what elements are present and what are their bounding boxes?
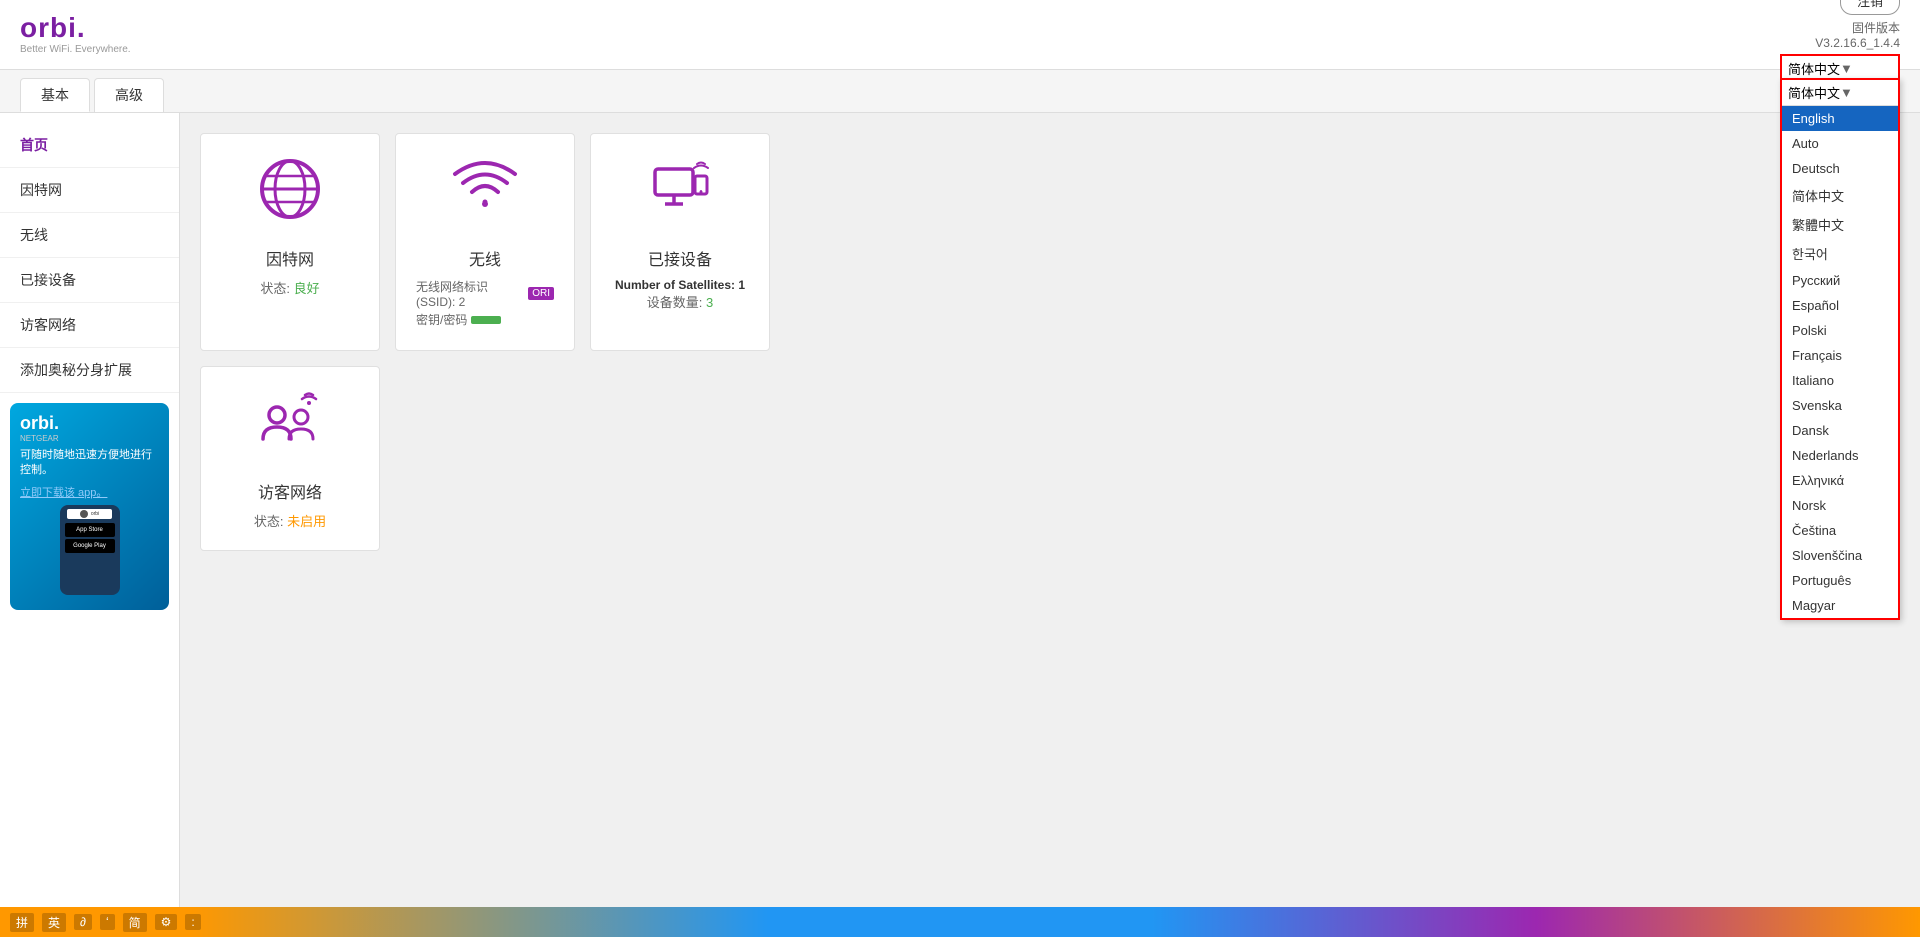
satellites-label: Number of Satellites: 1 <box>611 278 749 292</box>
internet-status-label: 状态: <box>260 281 293 296</box>
firmware-info: 固件版本 V3.2.16.6_1.4.4 <box>1815 19 1900 50</box>
connected-devices-icon <box>611 154 749 238</box>
internet-card[interactable]: 因特网 状态: 良好 <box>200 133 380 351</box>
guest-status-label: 状态: <box>254 514 287 529</box>
sidebar-ad-subtitle: NETGEAR <box>20 434 159 443</box>
content-area: 因特网 状态: 良好 无线 <box>180 113 1920 920</box>
language-option-da[interactable]: Dansk <box>1782 418 1898 443</box>
taskbar: 拼 英 ∂ ʻ 简 ⚙ : <box>0 907 1920 937</box>
language-option-fr[interactable]: Français <box>1782 343 1898 368</box>
logo-dot: . <box>77 12 86 43</box>
language-option-pt[interactable]: Português <box>1782 568 1898 593</box>
language-option-en[interactable]: English <box>1782 106 1898 131</box>
top-right-area: 注销 固件版本 V3.2.16.6_1.4.4 简体中文 ▼ <box>1780 0 1900 83</box>
guest-network-status: 状态: 未启用 <box>221 511 359 530</box>
app-store-label: App Store <box>76 527 103 533</box>
app-store-badge[interactable]: App Store <box>65 523 115 537</box>
wifi-password-line: 密钥/密码 <box>416 311 554 328</box>
dropdown-close-arrow-icon: ▼ <box>1840 85 1892 100</box>
ssid-label: 无线网络标识(SSID): 2 <box>416 278 524 309</box>
sidebar: 首页 因特网 无线 已接设备 访客网络 添加奥秘分身扩展 orbi. NETGE… <box>0 113 180 920</box>
sidebar-item-addon[interactable]: 添加奥秘分身扩展 <box>0 348 179 393</box>
wifi-ssid-line: 无线网络标识(SSID): 2 ORI <box>416 278 554 309</box>
language-option-de[interactable]: Deutsch <box>1782 156 1898 181</box>
nav-tabs: 基本 高级 <box>0 70 1920 113</box>
firmware-version: V3.2.16.6_1.4.4 <box>1815 36 1900 50</box>
language-option-hu[interactable]: Magyar <box>1782 593 1898 618</box>
wireless-card[interactable]: 无线 无线网络标识(SSID): 2 ORI 密钥/密码 <box>395 133 575 351</box>
connected-devices-card[interactable]: 已接设备 Number of Satellites: 1 设备数量: 3 <box>590 133 770 351</box>
phone-illustration: orbi App Store Google Play <box>60 505 120 595</box>
language-option-sv[interactable]: Svenska <box>1782 393 1898 418</box>
tab-basic[interactable]: 基本 <box>20 78 90 112</box>
devices-value: 3 <box>706 295 713 310</box>
language-option-zh-tw[interactable]: 繁體中文 <box>1782 210 1898 239</box>
main-layout: 首页 因特网 无线 已接设备 访客网络 添加奥秘分身扩展 orbi. NETGE… <box>0 113 1920 920</box>
language-option-ru[interactable]: Русский <box>1782 268 1898 293</box>
language-option-el[interactable]: Ελληνικά <box>1782 468 1898 493</box>
taskbar-item-4: ʻ <box>100 914 115 930</box>
logo-area: orbi. Better WiFi. Everywhere. <box>20 14 131 55</box>
internet-status-value: 良好 <box>294 281 320 296</box>
cards-grid: 因特网 状态: 良好 无线 <box>200 133 800 551</box>
sidebar-item-guest[interactable]: 访客网络 <box>0 303 179 348</box>
sidebar-item-internet[interactable]: 因特网 <box>0 168 179 213</box>
language-dropdown-current: 简体中文 <box>1788 83 1840 102</box>
internet-card-title: 因特网 <box>221 246 359 270</box>
language-option-it[interactable]: Italiano <box>1782 368 1898 393</box>
sidebar-item-wireless[interactable]: 无线 <box>0 213 179 258</box>
internet-card-status: 状态: 良好 <box>221 278 359 297</box>
language-list: EnglishAutoDeutsch简体中文繁體中文한국어РусскийEspa… <box>1782 106 1898 618</box>
taskbar-item-7: : <box>185 914 200 930</box>
taskbar-item-5: 简 <box>123 913 147 932</box>
language-option-no[interactable]: Norsk <box>1782 493 1898 518</box>
firmware-label: 固件版本 <box>1852 21 1900 35</box>
language-option-cs[interactable]: Čeština <box>1782 518 1898 543</box>
ssid-badge: ORI <box>528 287 554 300</box>
wireless-card-title: 无线 <box>416 246 554 270</box>
tab-advanced[interactable]: 高级 <box>94 78 164 112</box>
language-option-es[interactable]: Español <box>1782 293 1898 318</box>
language-option-sl[interactable]: Slovenščina <box>1782 543 1898 568</box>
password-indicator <box>471 316 501 324</box>
sidebar-item-connected[interactable]: 已接设备 <box>0 258 179 303</box>
sidebar-ad-text: 可随时随地迅速方便地进行控制。 <box>20 448 159 479</box>
wireless-icon <box>416 154 554 238</box>
sidebar-ad-banner: orbi. NETGEAR 可随时随地迅速方便地进行控制。 立即下载该 app。… <box>10 403 169 610</box>
devices-label: 设备数量: <box>647 295 706 310</box>
top-bar: orbi. Better WiFi. Everywhere. 注销 固件版本 V… <box>0 0 1920 70</box>
taskbar-item-1: 拼 <box>10 913 34 932</box>
language-option-zh-cn[interactable]: 简体中文 <box>1782 181 1898 210</box>
password-label: 密钥/密码 <box>416 311 467 328</box>
dropdown-arrow-icon: ▼ <box>1840 61 1892 76</box>
guest-network-icon <box>221 387 359 471</box>
language-option-auto[interactable]: Auto <box>1782 131 1898 156</box>
connected-devices-status: Number of Satellites: 1 设备数量: 3 <box>611 278 749 311</box>
taskbar-item-6: ⚙ <box>155 914 178 930</box>
language-dropdown: 简体中文 ▼ EnglishAutoDeutsch简体中文繁體中文한국어Русс… <box>1780 78 1900 620</box>
sidebar-ad-link[interactable]: 立即下载该 app。 <box>20 484 159 500</box>
taskbar-item-2: 英 <box>42 913 66 932</box>
language-option-ko[interactable]: 한국어 <box>1782 239 1898 268</box>
sidebar-item-home[interactable]: 首页 <box>0 123 179 168</box>
logo-tagline: Better WiFi. Everywhere. <box>20 44 131 55</box>
logo: orbi. <box>20 14 86 42</box>
language-option-nl[interactable]: Nederlands <box>1782 443 1898 468</box>
connected-devices-title: 已接设备 <box>611 246 749 270</box>
guest-network-card[interactable]: 访客网络 状态: 未启用 <box>200 366 380 551</box>
google-play-label: Google Play <box>73 543 106 549</box>
devices-count: 设备数量: 3 <box>611 292 749 311</box>
language-option-pl[interactable]: Polski <box>1782 318 1898 343</box>
wireless-card-detail: 无线网络标识(SSID): 2 ORI 密钥/密码 <box>416 278 554 328</box>
google-play-badge[interactable]: Google Play <box>65 539 115 553</box>
guest-status-value: 未启用 <box>287 514 326 529</box>
logout-button[interactable]: 注销 <box>1840 0 1900 15</box>
sidebar-ad-logo: orbi. <box>20 413 159 434</box>
language-select-label: 简体中文 <box>1788 59 1840 78</box>
internet-icon <box>221 154 359 238</box>
language-dropdown-header[interactable]: 简体中文 ▼ <box>1782 80 1898 106</box>
guest-network-title: 访客网络 <box>221 479 359 503</box>
taskbar-item-3: ∂ <box>74 914 92 930</box>
